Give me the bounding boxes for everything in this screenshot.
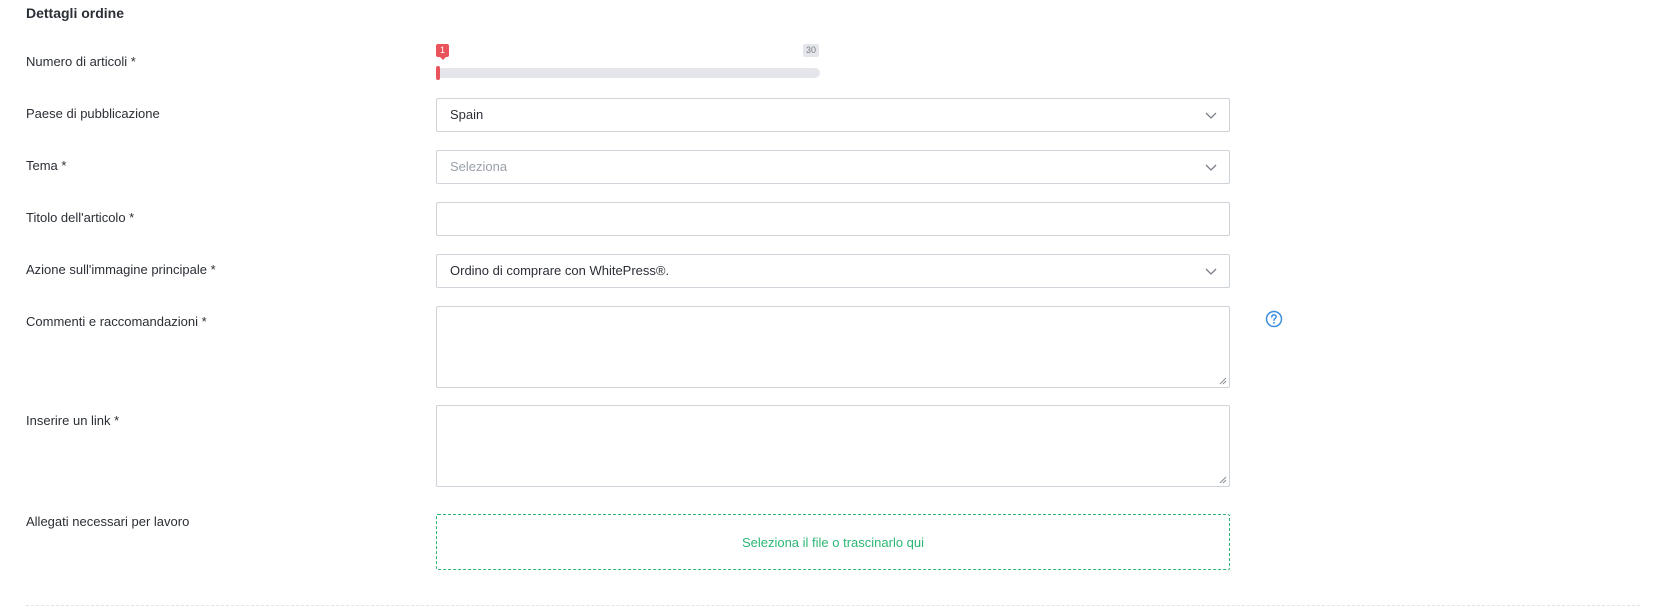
- article-title-input[interactable]: [436, 202, 1230, 236]
- slider-track[interactable]: [436, 68, 820, 78]
- resize-grip-icon[interactable]: [1219, 377, 1227, 385]
- main-image-select[interactable]: Ordino di comprare con WhitePress®.: [436, 254, 1230, 288]
- country-select[interactable]: Spain: [436, 98, 1230, 132]
- chevron-down-icon: [1205, 112, 1217, 119]
- dropzone-text: Seleziona il file o trascinarlo qui: [741, 534, 925, 550]
- chevron-down-icon: [1205, 268, 1217, 275]
- country-label: Paese di pubblicazione: [26, 106, 160, 121]
- chevron-down-icon: [1205, 164, 1217, 171]
- country-select-value: Spain: [450, 107, 484, 122]
- articles-count-label: Numero di articoli *: [26, 54, 136, 69]
- page-edge: [1652, 0, 1672, 609]
- link-label: Inserire un link *: [26, 413, 120, 428]
- section-divider: [26, 605, 1640, 606]
- comments-textarea[interactable]: [436, 306, 1230, 388]
- file-dropzone[interactable]: Seleziona il file o trascinarlo qui: [436, 514, 1230, 570]
- section-title: Dettagli ordine: [26, 5, 125, 21]
- main-image-select-value: Ordino di comprare con WhitePress®.: [450, 263, 670, 278]
- link-textarea[interactable]: [436, 405, 1230, 487]
- order-details-panel: Dettagli ordine Numero di articoli * 1 3…: [0, 0, 1652, 609]
- main-image-label: Azione sull'immagine principale *: [26, 262, 216, 277]
- attachments-label: Allegati necessari per lavoro: [26, 514, 190, 529]
- topic-select-placeholder: Seleziona: [450, 159, 508, 174]
- slider-value-bubble: 1: [436, 44, 449, 60]
- slider-max-bubble: 30: [803, 44, 820, 57]
- article-title-label: Titolo dell'articolo *: [26, 210, 135, 225]
- topic-select[interactable]: Seleziona: [436, 150, 1230, 184]
- comments-label: Commenti e raccomandazioni *: [26, 314, 207, 329]
- question-circle-icon[interactable]: [1265, 310, 1283, 328]
- articles-count-slider[interactable]: 1 30: [436, 44, 820, 80]
- resize-grip-icon[interactable]: [1219, 476, 1227, 484]
- slider-handle[interactable]: [436, 66, 440, 80]
- topic-label: Tema *: [26, 158, 67, 173]
